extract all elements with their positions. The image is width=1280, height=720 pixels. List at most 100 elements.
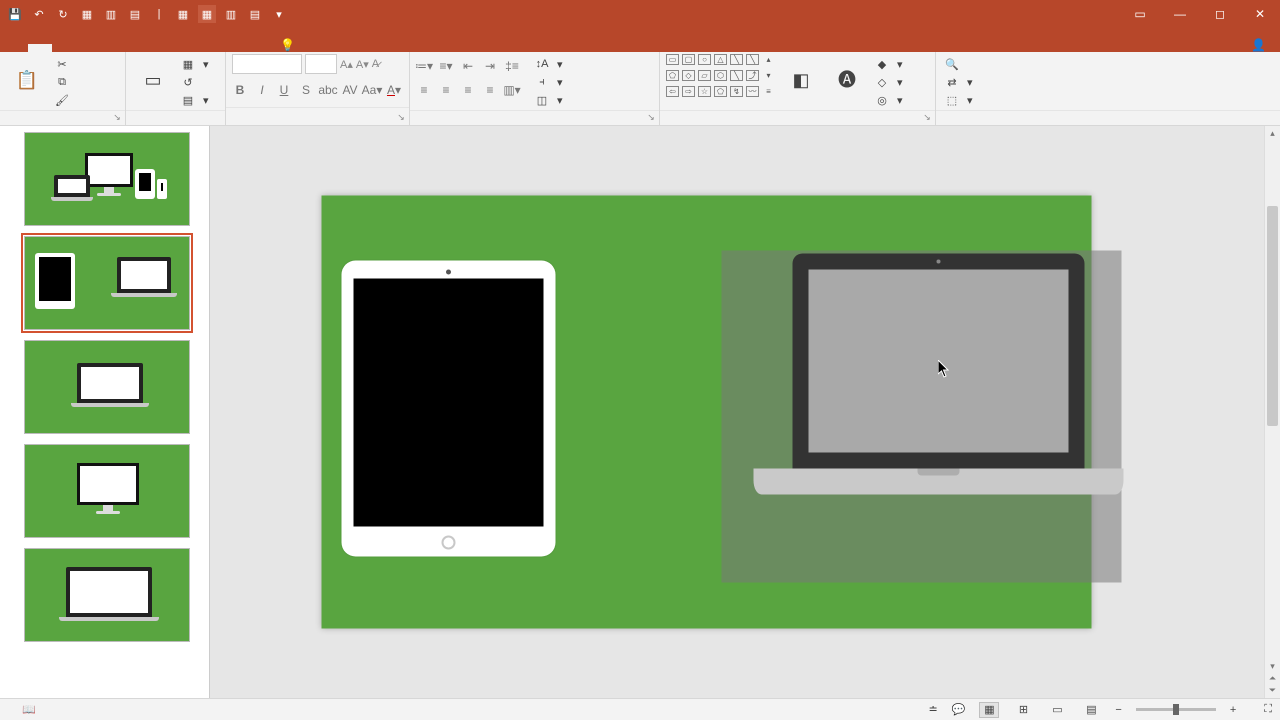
align-center-button[interactable]: ≡: [438, 82, 454, 98]
line-spacing-button[interactable]: ‡≡: [504, 58, 520, 74]
zoom-in-button[interactable]: +: [1230, 704, 1236, 716]
normal-view-button[interactable]: ▦: [979, 702, 999, 718]
maximize-button[interactable]: ◻: [1200, 0, 1240, 28]
clipboard-dialog-launcher[interactable]: ↘: [111, 111, 123, 123]
notes-button[interactable]: ≐: [929, 703, 938, 716]
shapes-gallery[interactable]: ▭▢○△╲╲▴ ⬠◇▱⬡╲⤴▾ ⇦⇨☆⬠↯〰≡: [666, 54, 776, 100]
qat-button-7[interactable]: ▤: [246, 5, 264, 23]
comments-button[interactable]: 💬: [952, 703, 966, 716]
decrease-font-icon[interactable]: A▾: [356, 58, 369, 71]
tab-transitions[interactable]: [100, 44, 124, 52]
ribbon-display-options[interactable]: ▭: [1120, 0, 1160, 28]
laptop-mockup-shape[interactable]: [754, 254, 1124, 495]
scrollbar-handle[interactable]: [1267, 206, 1278, 426]
scroll-down-icon[interactable]: ▾: [1265, 661, 1280, 672]
qat-button-6[interactable]: ▥: [222, 5, 240, 23]
section-button[interactable]: ▤▾: [178, 92, 212, 108]
save-button[interactable]: 💾: [6, 5, 24, 23]
bold-button[interactable]: B: [232, 82, 248, 98]
layout-button[interactable]: ▦▾: [178, 56, 212, 72]
copy-button[interactable]: ⧉: [52, 74, 76, 90]
slide-thumbnail-5[interactable]: [24, 548, 190, 642]
change-case-button[interactable]: Aa▾: [364, 82, 380, 98]
font-dialog-launcher[interactable]: ↘: [395, 111, 407, 123]
scroll-up-icon[interactable]: ▴: [1265, 128, 1280, 139]
tab-addins[interactable]: [220, 44, 244, 52]
qat-button-3[interactable]: ▤: [126, 5, 144, 23]
vertical-scrollbar[interactable]: ▴ ▾ ⏶ ⏷: [1264, 126, 1280, 698]
align-left-button[interactable]: ≡: [416, 82, 432, 98]
tab-animations[interactable]: [124, 44, 148, 52]
new-slide-button[interactable]: ▭: [132, 54, 174, 108]
shape-effects-button[interactable]: ◎▾: [872, 92, 906, 108]
slideshow-button[interactable]: ▤: [1081, 702, 1101, 718]
qat-button-4[interactable]: ▦: [174, 5, 192, 23]
shape-outline-button[interactable]: ◇▾: [872, 74, 906, 90]
tab-home[interactable]: [28, 44, 52, 52]
zoom-slider[interactable]: [1136, 708, 1216, 711]
prev-slide-icon[interactable]: ⏶: [1265, 673, 1280, 684]
character-spacing-button[interactable]: AV: [342, 82, 358, 98]
convert-smartart-button[interactable]: ◫▾: [532, 92, 566, 108]
decrease-indent-button[interactable]: ⇤: [460, 58, 476, 74]
current-slide[interactable]: [322, 196, 1092, 629]
clear-formatting-icon[interactable]: A̷: [372, 58, 379, 70]
fit-to-window-button[interactable]: ⛶: [1264, 703, 1272, 716]
close-button[interactable]: ✕: [1240, 0, 1280, 28]
justify-button[interactable]: ≡: [482, 82, 498, 98]
tab-view[interactable]: [196, 44, 220, 52]
reset-button[interactable]: ↺: [178, 74, 212, 90]
align-right-button[interactable]: ≡: [460, 82, 476, 98]
strikethrough-button[interactable]: abc: [320, 82, 336, 98]
bullets-button[interactable]: ≔▾: [416, 58, 432, 74]
paste-button[interactable]: 📋: [6, 54, 48, 108]
drawing-dialog-launcher[interactable]: ↘: [921, 111, 933, 123]
tab-insert[interactable]: [52, 44, 76, 52]
spell-check-icon[interactable]: 📖: [22, 703, 36, 716]
increase-indent-button[interactable]: ⇥: [482, 58, 498, 74]
slide-thumbnail-2[interactable]: [24, 236, 190, 330]
find-button[interactable]: 🔍: [942, 56, 976, 72]
italic-button[interactable]: I: [254, 82, 270, 98]
tab-file[interactable]: [4, 44, 28, 52]
font-family-select[interactable]: [232, 54, 302, 74]
select-button[interactable]: ⬚▾: [942, 92, 976, 108]
numbering-button[interactable]: ≡▾: [438, 58, 454, 74]
tab-design[interactable]: [76, 44, 100, 52]
paragraph-dialog-launcher[interactable]: ↘: [645, 111, 657, 123]
tab-articulate[interactable]: [244, 44, 268, 52]
increase-font-icon[interactable]: A▴: [340, 58, 353, 71]
tablet-mockup-shape[interactable]: [342, 261, 556, 557]
shape-fill-button[interactable]: ◆▾: [872, 56, 906, 72]
zoom-out-button[interactable]: −: [1115, 704, 1121, 716]
next-slide-icon[interactable]: ⏷: [1265, 685, 1280, 696]
qat-button-5[interactable]: ▦: [198, 5, 216, 23]
qat-button-1[interactable]: ▦: [78, 5, 96, 23]
share-button[interactable]: 👤: [1251, 38, 1266, 52]
font-color-button[interactable]: A▾: [386, 82, 402, 98]
slide-thumbnail-1[interactable]: [24, 132, 190, 226]
cut-button[interactable]: ✂: [52, 56, 76, 72]
slide-thumbnail-3[interactable]: [24, 340, 190, 434]
minimize-button[interactable]: —: [1160, 0, 1200, 28]
qat-customize[interactable]: ▾: [270, 5, 288, 23]
zoom-slider-knob[interactable]: [1173, 704, 1179, 715]
arrange-button[interactable]: ◧: [780, 54, 822, 108]
slide-thumbnails-panel[interactable]: [0, 126, 210, 698]
align-text-button[interactable]: ⫞▾: [532, 74, 566, 90]
redo-button[interactable]: ↻: [54, 5, 72, 23]
tab-slideshow[interactable]: [148, 44, 172, 52]
tell-me-search[interactable]: 💡: [280, 38, 301, 52]
slide-thumbnail-4[interactable]: [24, 444, 190, 538]
quick-styles-button[interactable]: 🅐: [826, 54, 868, 108]
tab-review[interactable]: [172, 44, 196, 52]
qat-button-2[interactable]: ▥: [102, 5, 120, 23]
shadow-button[interactable]: S: [298, 82, 314, 98]
replace-button[interactable]: ⇄▾: [942, 74, 976, 90]
text-direction-button[interactable]: ↕A▾: [532, 56, 566, 72]
format-painter-button[interactable]: 🖌: [52, 92, 76, 108]
font-size-select[interactable]: [305, 54, 337, 74]
slide-editor[interactable]: ▴ ▾ ⏶ ⏷: [210, 126, 1280, 698]
columns-button[interactable]: ▥▾: [504, 82, 520, 98]
slide-sorter-button[interactable]: ⊞: [1013, 702, 1033, 718]
